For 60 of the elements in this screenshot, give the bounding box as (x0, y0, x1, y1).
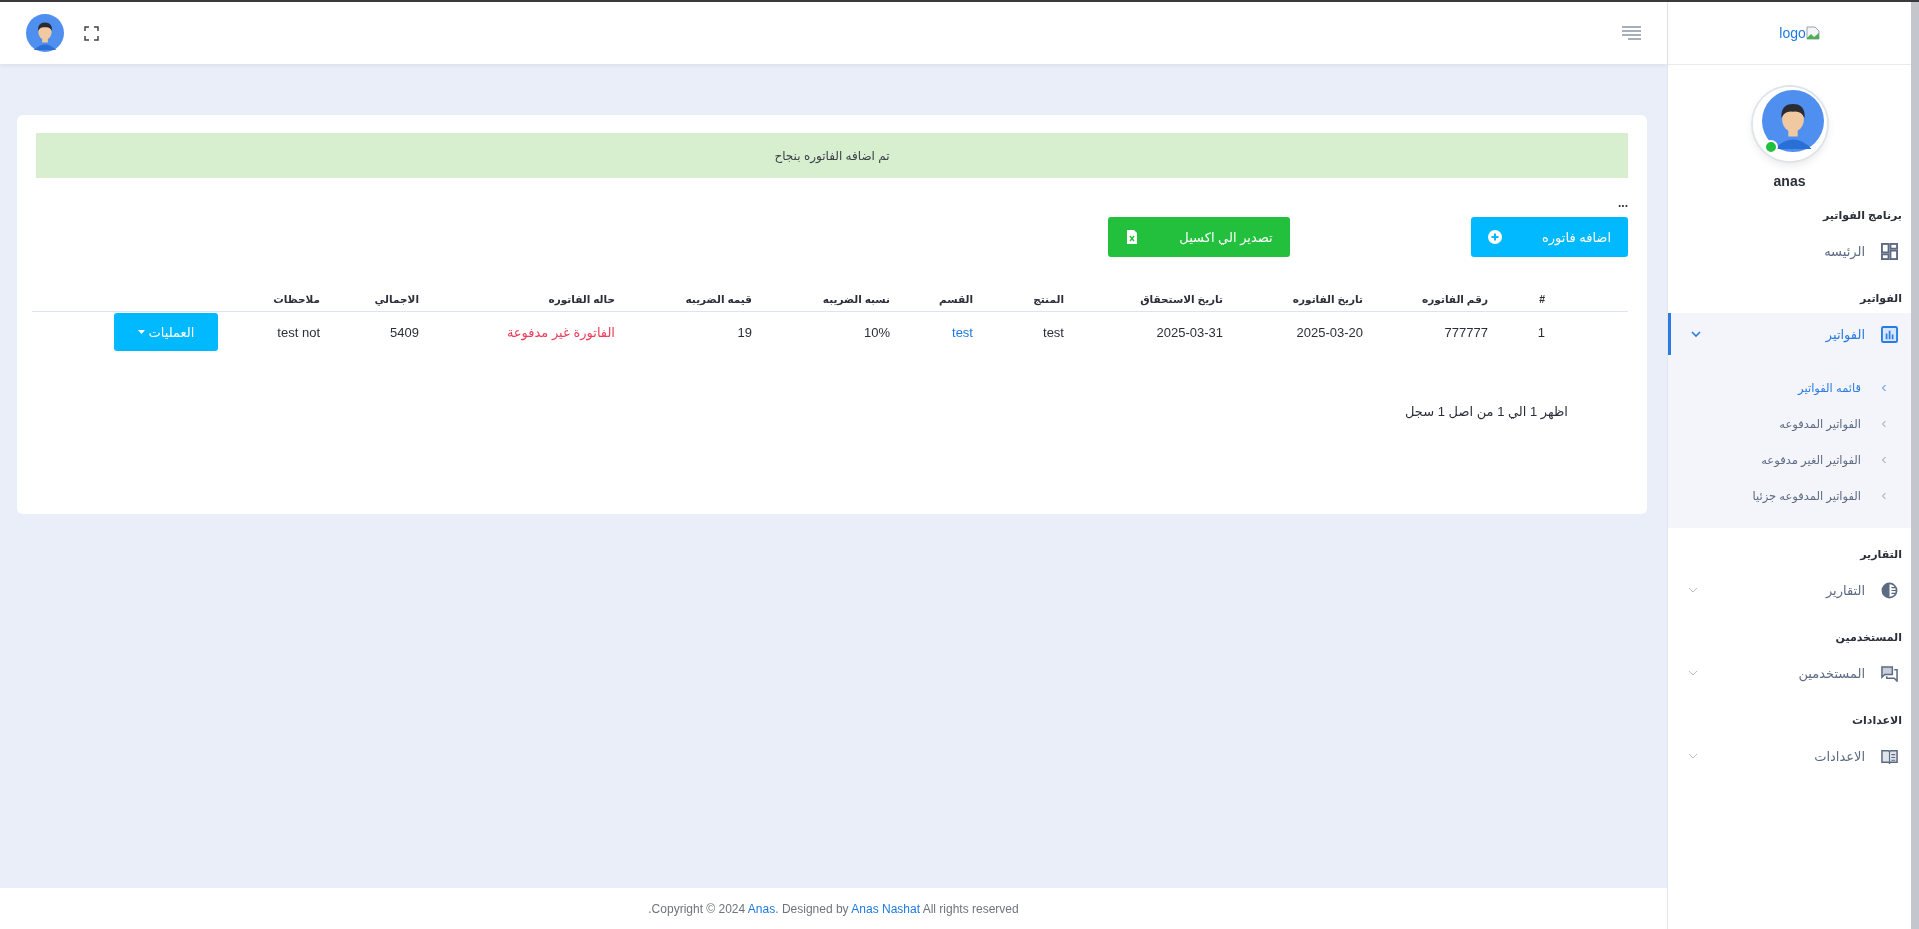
table-cell: 5409 (390, 324, 419, 340)
submenu-item[interactable]: قائمه الفواتير (1668, 370, 1911, 406)
book-icon (1881, 747, 1898, 765)
table-link[interactable]: test (952, 324, 973, 340)
table-cell: 2025-03-20 (1296, 324, 1363, 340)
nav-item[interactable]: التقارير (1668, 569, 1911, 611)
chevron-left-icon (1881, 384, 1887, 392)
nav-item[interactable]: الاعدادات (1668, 735, 1911, 777)
column-header: ملاحظات (230, 293, 332, 312)
chevron-left-icon (1881, 456, 1887, 464)
section-heading: الاعدادات (1850, 714, 1903, 727)
pagination-info: اظهر 1 الي 1 من اصل 1 سجل (1404, 404, 1568, 419)
column-header: تاريخ الاستحقاق (1076, 293, 1235, 312)
column-header: حاله الفاتوره (431, 293, 627, 312)
table-cell: 10% (863, 324, 890, 340)
footer-link[interactable]: Anas Nashat (851, 901, 920, 916)
column-header: الاجمالي (332, 293, 431, 312)
user-name: anas (1773, 173, 1806, 189)
chevron-left-icon (1881, 420, 1887, 428)
invoice-status: الفاتورة غير مدفوعة (506, 324, 615, 340)
avatar[interactable] (1761, 90, 1824, 152)
section-heading: برنامج الفواتير (1821, 209, 1903, 222)
column-header: # (1500, 293, 1628, 312)
column-header: قيمه الضريبه (627, 293, 764, 312)
nav-item[interactable]: الفواتير (1668, 313, 1911, 355)
column-header: القسم (902, 293, 985, 312)
column-header: نسبه الضريبه (764, 293, 902, 312)
column-header: المنتج (985, 293, 1076, 312)
submenu-item[interactable]: الفواتير المدفوعه جزئيا (1668, 478, 1911, 514)
logo[interactable]: logo (1779, 25, 1806, 41)
avatar[interactable] (26, 14, 64, 52)
caret-icon (137, 330, 145, 334)
section-heading: التقارير (1858, 548, 1903, 561)
spreadsheet-file-icon (1125, 230, 1140, 244)
success-alert: تم اضافه الفاتوره بنجاح (36, 133, 1628, 178)
table-cell: test (1043, 324, 1064, 340)
chat-icon (1881, 664, 1898, 682)
more-text: ... (1618, 198, 1628, 208)
section-heading: المستخدمين (1834, 631, 1903, 644)
grid-icon (1881, 242, 1898, 260)
copyright-text: .Copyright © 2024 Anas. Designed by Anas Nashat All rights reserved (648, 901, 1019, 916)
submenu-item[interactable]: الفواتير الغير مدفوعه (1668, 442, 1911, 478)
table-cell: 19 (737, 324, 752, 340)
fullscreen-icon[interactable] (84, 25, 99, 41)
nav-item[interactable]: المستخدمين (1668, 652, 1911, 694)
section-heading: الفواتير (1858, 292, 1903, 305)
table-cell: 2025-03-31 (1156, 324, 1223, 340)
table-cell: 777777 (1444, 324, 1488, 340)
table-cell: 1 (1537, 324, 1545, 340)
chevron-left-icon (1881, 492, 1887, 500)
plus-circle-icon (1488, 230, 1502, 244)
nav-item[interactable]: الرئيسه (1668, 230, 1911, 272)
table-cell: test not (277, 324, 320, 340)
pie-chart-icon (1881, 581, 1898, 599)
column-header: تاريخ الفاتوره (1235, 293, 1375, 312)
export-excel-button[interactable]: تصدير الي اكسيل (1108, 217, 1290, 257)
submenu-item[interactable]: الفواتير المدفوعه (1668, 406, 1911, 442)
bar-chart-icon (1881, 325, 1898, 343)
column-header: رقم الفاتوره (1375, 293, 1500, 312)
broken-image-icon (1805, 26, 1820, 40)
